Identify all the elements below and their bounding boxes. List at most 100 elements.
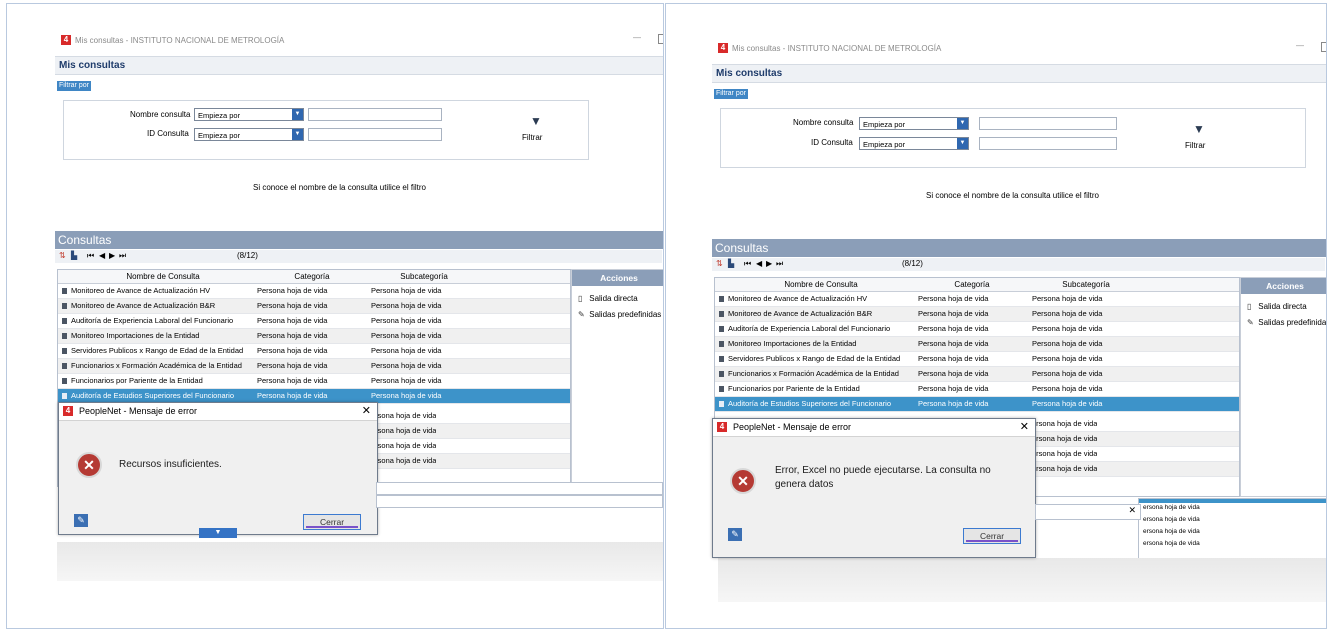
table-header: Nombre de Consulta Categoría Subcategorí… [58,270,570,284]
cell-subcategoria: Persona hoja de vida [371,331,442,340]
column-header-subcategoria[interactable]: Subcategoría [368,272,480,281]
table-row[interactable]: Monitoreo de Avance de Actualización B&R… [58,299,570,314]
filter-tab[interactable]: Filtrar por [714,89,748,99]
binoculars-icon[interactable]: ▙ [71,251,77,260]
chevron-down-icon[interactable]: ▼ [957,138,968,149]
document-icon [719,326,724,332]
consultas-header: Consultas [712,239,1326,257]
cell-categoria: Persona hoja de vida [918,369,989,378]
id-mode-select[interactable]: Empieza por ▼ [859,137,969,150]
table-row[interactable]: Funcionarios por Pariente de la Entidad P… [715,382,1239,397]
consultas-header: Consultas [55,231,663,249]
prev-page-icon[interactable]: ◀ [756,259,762,268]
last-page-icon[interactable]: ⏭ [776,259,783,269]
id-mode-select[interactable]: Empieza por ▼ [194,128,304,141]
nombre-consulta-input[interactable] [308,108,442,121]
id-consulta-input[interactable] [979,137,1117,150]
close-icon[interactable]: ✕ [362,403,371,419]
salida-directa-button[interactable]: ▯ Salida directa [1247,302,1307,311]
background-input-fragment: ✕ [1035,504,1141,520]
acciones-panel: Acciones ▯ Salida directa ✎ Salidas pred… [1240,277,1326,497]
wrench-icon[interactable]: ✎ [728,528,742,541]
prev-page-icon[interactable]: ◀ [99,251,105,260]
cell-subcategoria: Persona hoja de vida [371,286,442,295]
dialog-titlebar: 4 PeopleNet - Mensaje de error ✕ [713,419,1035,435]
funnel-icon[interactable]: ▼ [530,114,542,128]
id-consulta-input[interactable] [308,128,442,141]
chevron-down-icon[interactable]: ▼ [292,129,303,140]
minimize-button[interactable]: — [1296,41,1304,50]
nombre-consulta-label: Nombre consulta [130,110,191,119]
wrench-icon[interactable]: ✎ [74,514,88,527]
cell-subcategoria: Persona hoja de vida [1032,339,1103,348]
cerrar-button[interactable]: Cerrar [963,528,1021,544]
cell-subcategoria: Persona hoja de vida [371,391,442,400]
table-row[interactable]: Funcionarios x Formación Académica de la… [58,359,570,374]
shadow-bottom [718,557,1326,602]
shadow-bottom [57,541,663,581]
document-icon [719,401,724,407]
error-dialog: 4 PeopleNet - Mensaje de error ✕ ✕ Recur… [58,402,378,538]
close-icon[interactable]: ✕ [1020,419,1029,435]
sort-icon[interactable]: ⇅ [59,251,66,260]
cell-subcategoria: Persona hoja de vida [371,346,442,355]
document-icon [719,311,724,317]
table-row[interactable]: Funcionarios x Formación Académica de la… [715,367,1239,382]
binoculars-icon[interactable]: ▙ [728,259,734,268]
chevron-down-icon[interactable]: ▼ [199,528,237,538]
maximize-button[interactable] [1321,42,1326,52]
column-header-subcategoria[interactable]: Subcategoría [1029,280,1143,289]
funnel-icon[interactable]: ▼ [1193,122,1205,136]
table-row[interactable]: Auditoría de Experiencia Laboral del Fun… [58,314,570,329]
next-page-icon[interactable]: ▶ [109,251,115,260]
filter-hint: Si conoce el nombre de la consulta utili… [926,191,1099,200]
nombre-mode-select[interactable]: Empieza por ▼ [194,108,304,121]
document-icon: ▯ [1247,302,1252,311]
id-consulta-label: ID Consulta [147,129,189,138]
first-page-icon[interactable]: ⏮ [744,259,751,269]
cell-subcategoria: Persona hoja de vida [1032,384,1103,393]
table-row[interactable]: Servidores Publicos x Rango de Edad de l… [58,344,570,359]
acciones-panel: Acciones ▯ Salida directa ✎ Salidas pred… [571,269,663,487]
last-page-icon[interactable]: ⏭ [119,251,126,261]
cell-categoria: Persona hoja de vida [257,316,328,325]
filter-tab[interactable]: Filtrar por [57,81,91,91]
background-grid-fragment: ersona hoja de vida ersona hoja de vida … [1138,498,1326,558]
filter-button[interactable]: Filtrar [522,133,542,142]
first-page-icon[interactable]: ⏮ [87,251,94,261]
minimize-button[interactable]: — [633,33,641,42]
cell-nombre: Auditoría de Experiencia Laboral del Fun… [71,316,234,325]
table-row[interactable]: Auditoría de Estudios Superiores del Fun… [715,397,1239,412]
next-page-icon[interactable]: ▶ [766,259,772,268]
table-row[interactable]: Funcionarios por Pariente de la Entidad P… [58,374,570,389]
chevron-down-icon[interactable]: ▼ [957,118,968,129]
grid-toolbar: ⇅ ▙ ⏮ ◀ ▶ ⏭ (8/12) [55,250,662,263]
filter-button[interactable]: Filtrar [1185,141,1205,150]
wand-icon: ✎ [1247,318,1254,327]
table-row[interactable]: Monitoreo Importaciones de la Entidad Per… [58,329,570,344]
salida-directa-button[interactable]: ▯ Salida directa [578,294,638,303]
table-row[interactable]: Monitoreo de Avance de Actualización B&R… [715,307,1239,322]
nombre-consulta-input[interactable] [979,117,1117,130]
document-icon [719,341,724,347]
cell-categoria: Persona hoja de vida [918,354,989,363]
column-header-nombre[interactable]: Nombre de Consulta [727,280,915,289]
maximize-button[interactable] [658,34,663,44]
nombre-mode-select[interactable]: Empieza por ▼ [859,117,969,130]
error-icon: ✕ [730,468,756,494]
table-row[interactable]: Auditoría de Experiencia Laboral del Fun… [715,322,1239,337]
table-row[interactable]: Monitoreo de Avance de Actualización HV P… [58,284,570,299]
sort-icon[interactable]: ⇅ [716,259,723,268]
cell-nombre: Monitoreo de Avance de Actualización HV [728,294,868,303]
salidas-predefinidas-button[interactable]: ✎ Salidas predefinidas [1247,318,1326,327]
column-header-nombre[interactable]: Nombre de Consulta [70,272,256,281]
table-row[interactable]: Monitoreo de Avance de Actualización HV P… [715,292,1239,307]
table-row[interactable]: Servidores Publicos x Rango de Edad de l… [715,352,1239,367]
column-header-categoria[interactable]: Categoría [915,280,1029,289]
table-row[interactable]: Monitoreo Importaciones de la Entidad Per… [715,337,1239,352]
salidas-predefinidas-button[interactable]: ✎ Salidas predefinidas [578,310,661,319]
cerrar-button[interactable]: Cerrar [303,514,361,530]
chevron-down-icon[interactable]: ▼ [292,109,303,120]
column-header-categoria[interactable]: Categoría [256,272,368,281]
document-icon [62,303,67,309]
